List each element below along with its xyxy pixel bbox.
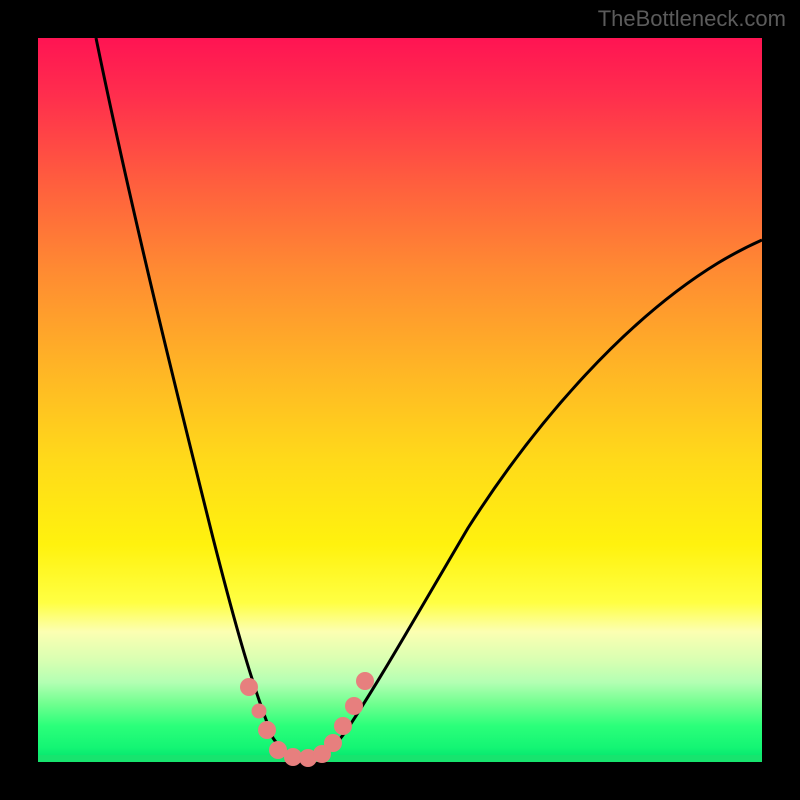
- watermark-text: TheBottleneck.com: [598, 6, 786, 32]
- data-marker: [258, 721, 276, 739]
- data-marker: [252, 704, 267, 719]
- data-marker: [345, 697, 363, 715]
- data-marker: [334, 717, 352, 735]
- right-curve-path: [306, 240, 762, 761]
- data-marker: [356, 672, 374, 690]
- left-curve-path: [96, 38, 306, 761]
- chart-plot-area: [38, 38, 762, 762]
- data-marker: [240, 678, 258, 696]
- data-marker: [324, 734, 342, 752]
- curve-layer: [38, 38, 762, 762]
